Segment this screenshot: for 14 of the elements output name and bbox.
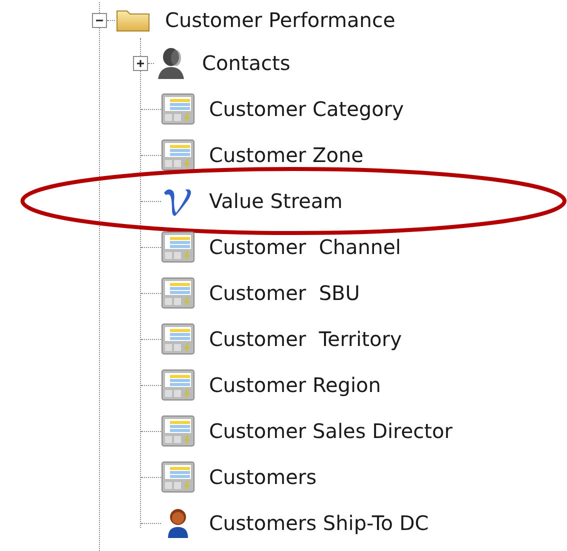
tree-item-label[interactable]: Contacts xyxy=(202,51,290,75)
tree-item-label[interactable]: Customers xyxy=(209,465,317,489)
tree-item-label[interactable]: Customer Category xyxy=(209,97,404,121)
tree-item-label[interactable]: Customer Zone xyxy=(209,143,364,167)
collapse-toggle[interactable] xyxy=(92,12,107,28)
tree-item-label[interactable]: Customer Performance xyxy=(165,8,396,32)
tree-item-label[interactable]: Customer Channel xyxy=(209,235,401,259)
tree-item-label[interactable]: Customer Region xyxy=(209,373,381,397)
tree-item-label[interactable]: Customer Sales Director xyxy=(209,419,452,443)
tree-item-label[interactable]: Customer Territory xyxy=(209,327,402,351)
tree-item-label[interactable]: Customer SBU xyxy=(209,281,360,305)
tree-item-label[interactable]: Value Stream xyxy=(209,189,343,213)
tree-item-label[interactable]: Customers Ship-To DC xyxy=(209,511,429,535)
expand-toggle[interactable] xyxy=(133,56,148,70)
